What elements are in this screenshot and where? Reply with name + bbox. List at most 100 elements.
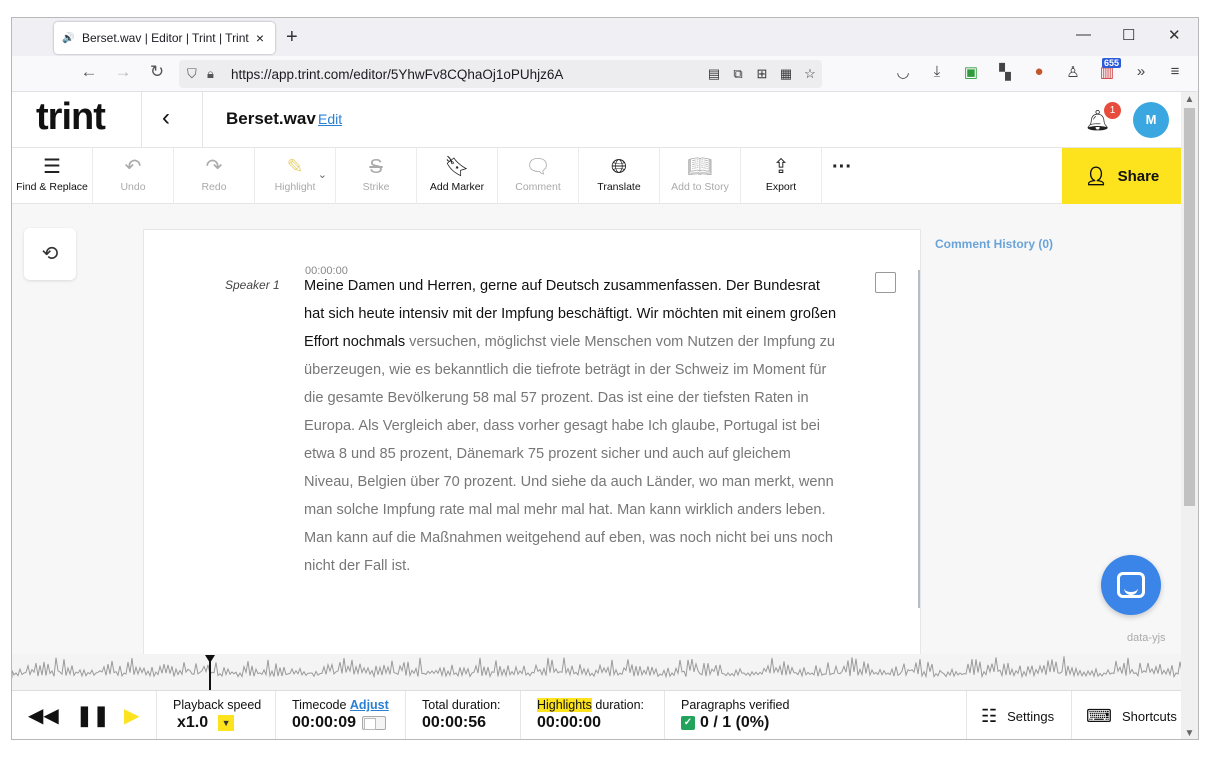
waveform-trace [12, 656, 1182, 679]
close-icon[interactable]: × [253, 30, 267, 46]
forward-icon[interactable]: → [112, 62, 134, 82]
back-icon[interactable]: ← [78, 62, 100, 82]
undo-button[interactable]: ↶ Undo [93, 148, 174, 204]
pip-icon[interactable]: ⊞ [750, 66, 774, 82]
add-to-story-button[interactable]: 📖︎ Add to Story [660, 148, 741, 204]
nav-bar: ← → ↻ ⛉ 🔒︎ https://app.trint.com/editor/… [12, 56, 1198, 92]
extension-grid-icon[interactable]: ▚ [994, 63, 1016, 81]
share-button[interactable]: 👤︎ Share [1062, 148, 1182, 204]
maximize-icon[interactable]: ☐ [1122, 26, 1135, 44]
rewind-icon[interactable]: ◀◀ [28, 703, 59, 728]
browser-tab[interactable]: 🔊 Berset.wav | Editor | Trint | Trint × [54, 22, 275, 54]
comment-button[interactable]: 🗨︎ Comment [498, 148, 579, 204]
marker-icon: 🔖︎ [444, 156, 470, 178]
play-icon[interactable]: ▶ [124, 703, 139, 728]
file-name: Berset.wav [226, 109, 316, 128]
audio-waveform[interactable] [12, 654, 1182, 690]
hamburger-menu-icon[interactable]: ≡ [1164, 63, 1186, 80]
strike-label: Strike [362, 181, 390, 193]
bookmark-star-icon[interactable]: ☆ [798, 66, 822, 82]
shield-icon[interactable]: ⛉ [187, 66, 207, 82]
notification-badge: 1 [1104, 102, 1121, 119]
paragraphs-verified-label: Paragraphs verified [681, 698, 790, 712]
reader-icon[interactable]: ▤ [702, 66, 726, 82]
tab-bar: 🔊 Berset.wav | Editor | Trint | Trint × … [12, 18, 1198, 56]
unverified-text[interactable]: versuchen, möglichst viele Menschen vom … [304, 334, 835, 574]
highlight-button[interactable]: ✎ Highlight ⌄ [255, 148, 336, 204]
strike-icon: S [369, 156, 383, 178]
playback-speed-label: Playback speed [173, 698, 262, 712]
redo-label: Redo [201, 181, 227, 193]
trint-logo[interactable]: trint [36, 96, 106, 139]
history-icon: ⟲ [41, 243, 59, 265]
scroll-thumb[interactable] [1184, 108, 1195, 506]
pocket-icon[interactable]: ◡ [892, 63, 914, 81]
new-tab-icon[interactable]: + [286, 26, 298, 49]
shortcuts-label: Shortcuts [1121, 709, 1177, 724]
paragraph-verify-checkbox[interactable] [875, 272, 896, 293]
extension-green-icon[interactable]: ▣ [960, 63, 982, 81]
redo-icon: ↷ [205, 156, 223, 178]
timecode-toggle[interactable] [362, 715, 387, 730]
comment-history-link[interactable]: Comment History (0) [935, 237, 1053, 251]
lock-icon[interactable]: 🔒︎ [207, 66, 227, 82]
paragraphs-verified-value: 0 / 1 (0%) [700, 714, 770, 731]
highlights-duration: Highlights duration: 00:00:00 [520, 691, 664, 739]
playhead-handle[interactable] [205, 655, 215, 663]
edit-filename-link[interactable]: Edit [318, 111, 342, 127]
minimize-icon[interactable]: — [1076, 26, 1091, 43]
header-divider [202, 92, 203, 148]
support-chat-button[interactable] [1101, 555, 1161, 615]
story-icon: 📖︎ [687, 156, 713, 178]
page-scrollbar[interactable]: ▲ ▼ [1181, 92, 1198, 739]
reload-icon[interactable]: ↻ [146, 62, 168, 82]
more-button[interactable]: ··· [822, 148, 862, 204]
extension-person-icon[interactable]: ♙ [1062, 63, 1084, 81]
avatar[interactable]: M [1133, 102, 1169, 138]
translate-icon: 🌐︎ [611, 156, 627, 178]
url-text[interactable]: https://app.trint.com/editor/5YhwFv8CQha… [231, 67, 702, 82]
find-replace-label: Find & Replace [16, 181, 88, 193]
timecode-control: Timecode Adjust 00:00:09 [275, 691, 405, 739]
add-marker-button[interactable]: 🔖︎ Add Marker [417, 148, 498, 204]
url-bar[interactable]: ⛉ 🔒︎ https://app.trint.com/editor/5YhwFv… [179, 60, 822, 88]
version-history-button[interactable]: ⟲ [24, 228, 76, 280]
speed-dropdown-icon[interactable]: ▼ [218, 714, 235, 731]
speaker-icon[interactable]: 🔊 [62, 33, 76, 44]
overflow-chevrons-icon[interactable]: » [1130, 63, 1152, 80]
playback-speed-value: x1.0 [177, 714, 209, 731]
more-dots-icon: ··· [832, 156, 852, 178]
settings-button[interactable]: ☷ Settings [966, 691, 1071, 739]
speaker-label[interactable]: Speaker 1 [225, 278, 280, 292]
extension-badge: 655 [1102, 58, 1122, 68]
adjust-timecode-link[interactable]: Adjust [350, 698, 389, 712]
shortcuts-button[interactable]: ⌨ Shortcuts [1071, 691, 1182, 739]
extension-avatar-icon[interactable]: ● [1028, 63, 1050, 80]
paragraph-indicator [918, 270, 920, 608]
tab-title: Berset.wav | Editor | Trint | Trint [82, 31, 249, 45]
strike-button[interactable]: S Strike [336, 148, 417, 204]
window-close-icon[interactable]: ✕ [1168, 26, 1181, 44]
scroll-up-icon[interactable]: ▲ [1181, 94, 1198, 105]
redo-button[interactable]: ↷ Redo [174, 148, 255, 204]
pause-icon[interactable]: ❚❚ [76, 703, 110, 728]
total-duration: Total duration: 00:00:56 [405, 691, 520, 739]
export-button[interactable]: ⇪ Export [741, 148, 822, 204]
transcript-paragraph[interactable]: Meine Damen und Herren, gerne auf Deutsc… [304, 272, 844, 580]
translate-button[interactable]: 🌐︎ Translate [579, 148, 660, 204]
translate-page-icon[interactable]: ⧉ [726, 66, 750, 82]
back-chevron-icon[interactable]: ‹ [162, 104, 170, 132]
download-icon[interactable]: ⤓ [926, 63, 948, 80]
share-label: Share [1117, 167, 1160, 185]
chat-icon [1117, 572, 1145, 598]
browser-window: 🔊 Berset.wav | Editor | Trint | Trint × … [11, 17, 1199, 740]
add-marker-label: Add Marker [429, 181, 485, 193]
export-icon: ⇪ [772, 156, 790, 178]
playback-speed-control: Playback speed x1.0 ▼ [156, 691, 275, 739]
qr-icon[interactable]: ▦ [774, 66, 798, 82]
check-icon: ✓ [681, 715, 695, 730]
find-replace-button[interactable]: ☰ Find & Replace [12, 148, 93, 204]
chevron-down-icon[interactable]: ⌄ [318, 168, 327, 181]
comment-icon: 🗨︎ [525, 156, 551, 178]
scroll-down-icon[interactable]: ▼ [1181, 728, 1198, 739]
